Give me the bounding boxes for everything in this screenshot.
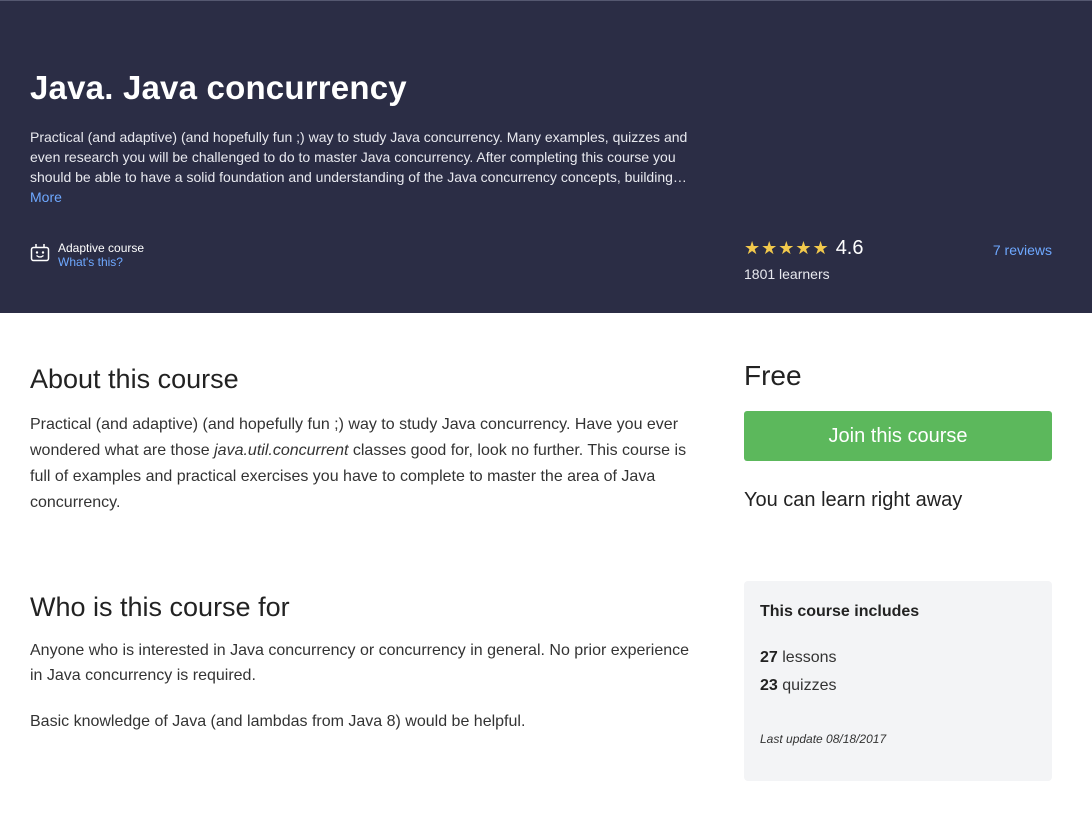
learn-now-text: You can learn right away bbox=[744, 489, 963, 511]
reviews-link[interactable]: 7 reviews bbox=[993, 242, 1052, 258]
more-link[interactable]: More bbox=[30, 189, 62, 205]
who-title: Who is this course for bbox=[30, 592, 290, 622]
course-header: Java. Java concurrency Practical (and ad… bbox=[0, 0, 1092, 313]
adaptive-badge: Adaptive course What's this? bbox=[30, 241, 144, 269]
adaptive-course-icon bbox=[30, 243, 50, 263]
whats-this-link[interactable]: What's this? bbox=[58, 255, 144, 269]
lessons-count: 27 bbox=[760, 649, 778, 666]
includes-title: This course includes bbox=[760, 603, 920, 620]
about-code: java.util.concurrent bbox=[214, 442, 349, 459]
price-label: Free bbox=[744, 360, 802, 391]
who-text-prereq: Basic knowledge of Java (and lambdas fro… bbox=[30, 713, 526, 730]
quizzes-count: 23 bbox=[760, 677, 778, 694]
about-text: Practical (and adaptive) (and hopefully … bbox=[30, 412, 690, 516]
lessons-label: lessons bbox=[782, 649, 837, 666]
quizzes-count-row: 23 quizzes bbox=[760, 677, 837, 695]
quizzes-label: quizzes bbox=[782, 677, 837, 694]
about-title: About this course bbox=[30, 364, 239, 394]
adaptive-course-label: Adaptive course bbox=[58, 241, 145, 255]
course-rating: ★★★★★ 4.6 bbox=[744, 237, 864, 260]
course-includes-box: This course includes 27 lessons 23 quizz… bbox=[744, 581, 1052, 781]
learners-count: 1801 learners bbox=[744, 266, 830, 282]
rating-value: 4.6 bbox=[835, 237, 864, 259]
join-course-button[interactable]: Join this course bbox=[744, 411, 1052, 461]
course-summary-text: Practical (and adaptive) (and hopefully … bbox=[30, 129, 688, 185]
who-text-audience: Anyone who is interested in Java concurr… bbox=[30, 642, 690, 684]
course-summary: Practical (and adaptive) (and hopefully … bbox=[30, 127, 690, 207]
last-update: Last update 08/18/2017 bbox=[760, 732, 887, 746]
course-title: Java. Java concurrency bbox=[30, 69, 407, 106]
star-icon: ★★★★★ bbox=[744, 238, 830, 258]
lessons-count-row: 27 lessons bbox=[760, 649, 837, 667]
